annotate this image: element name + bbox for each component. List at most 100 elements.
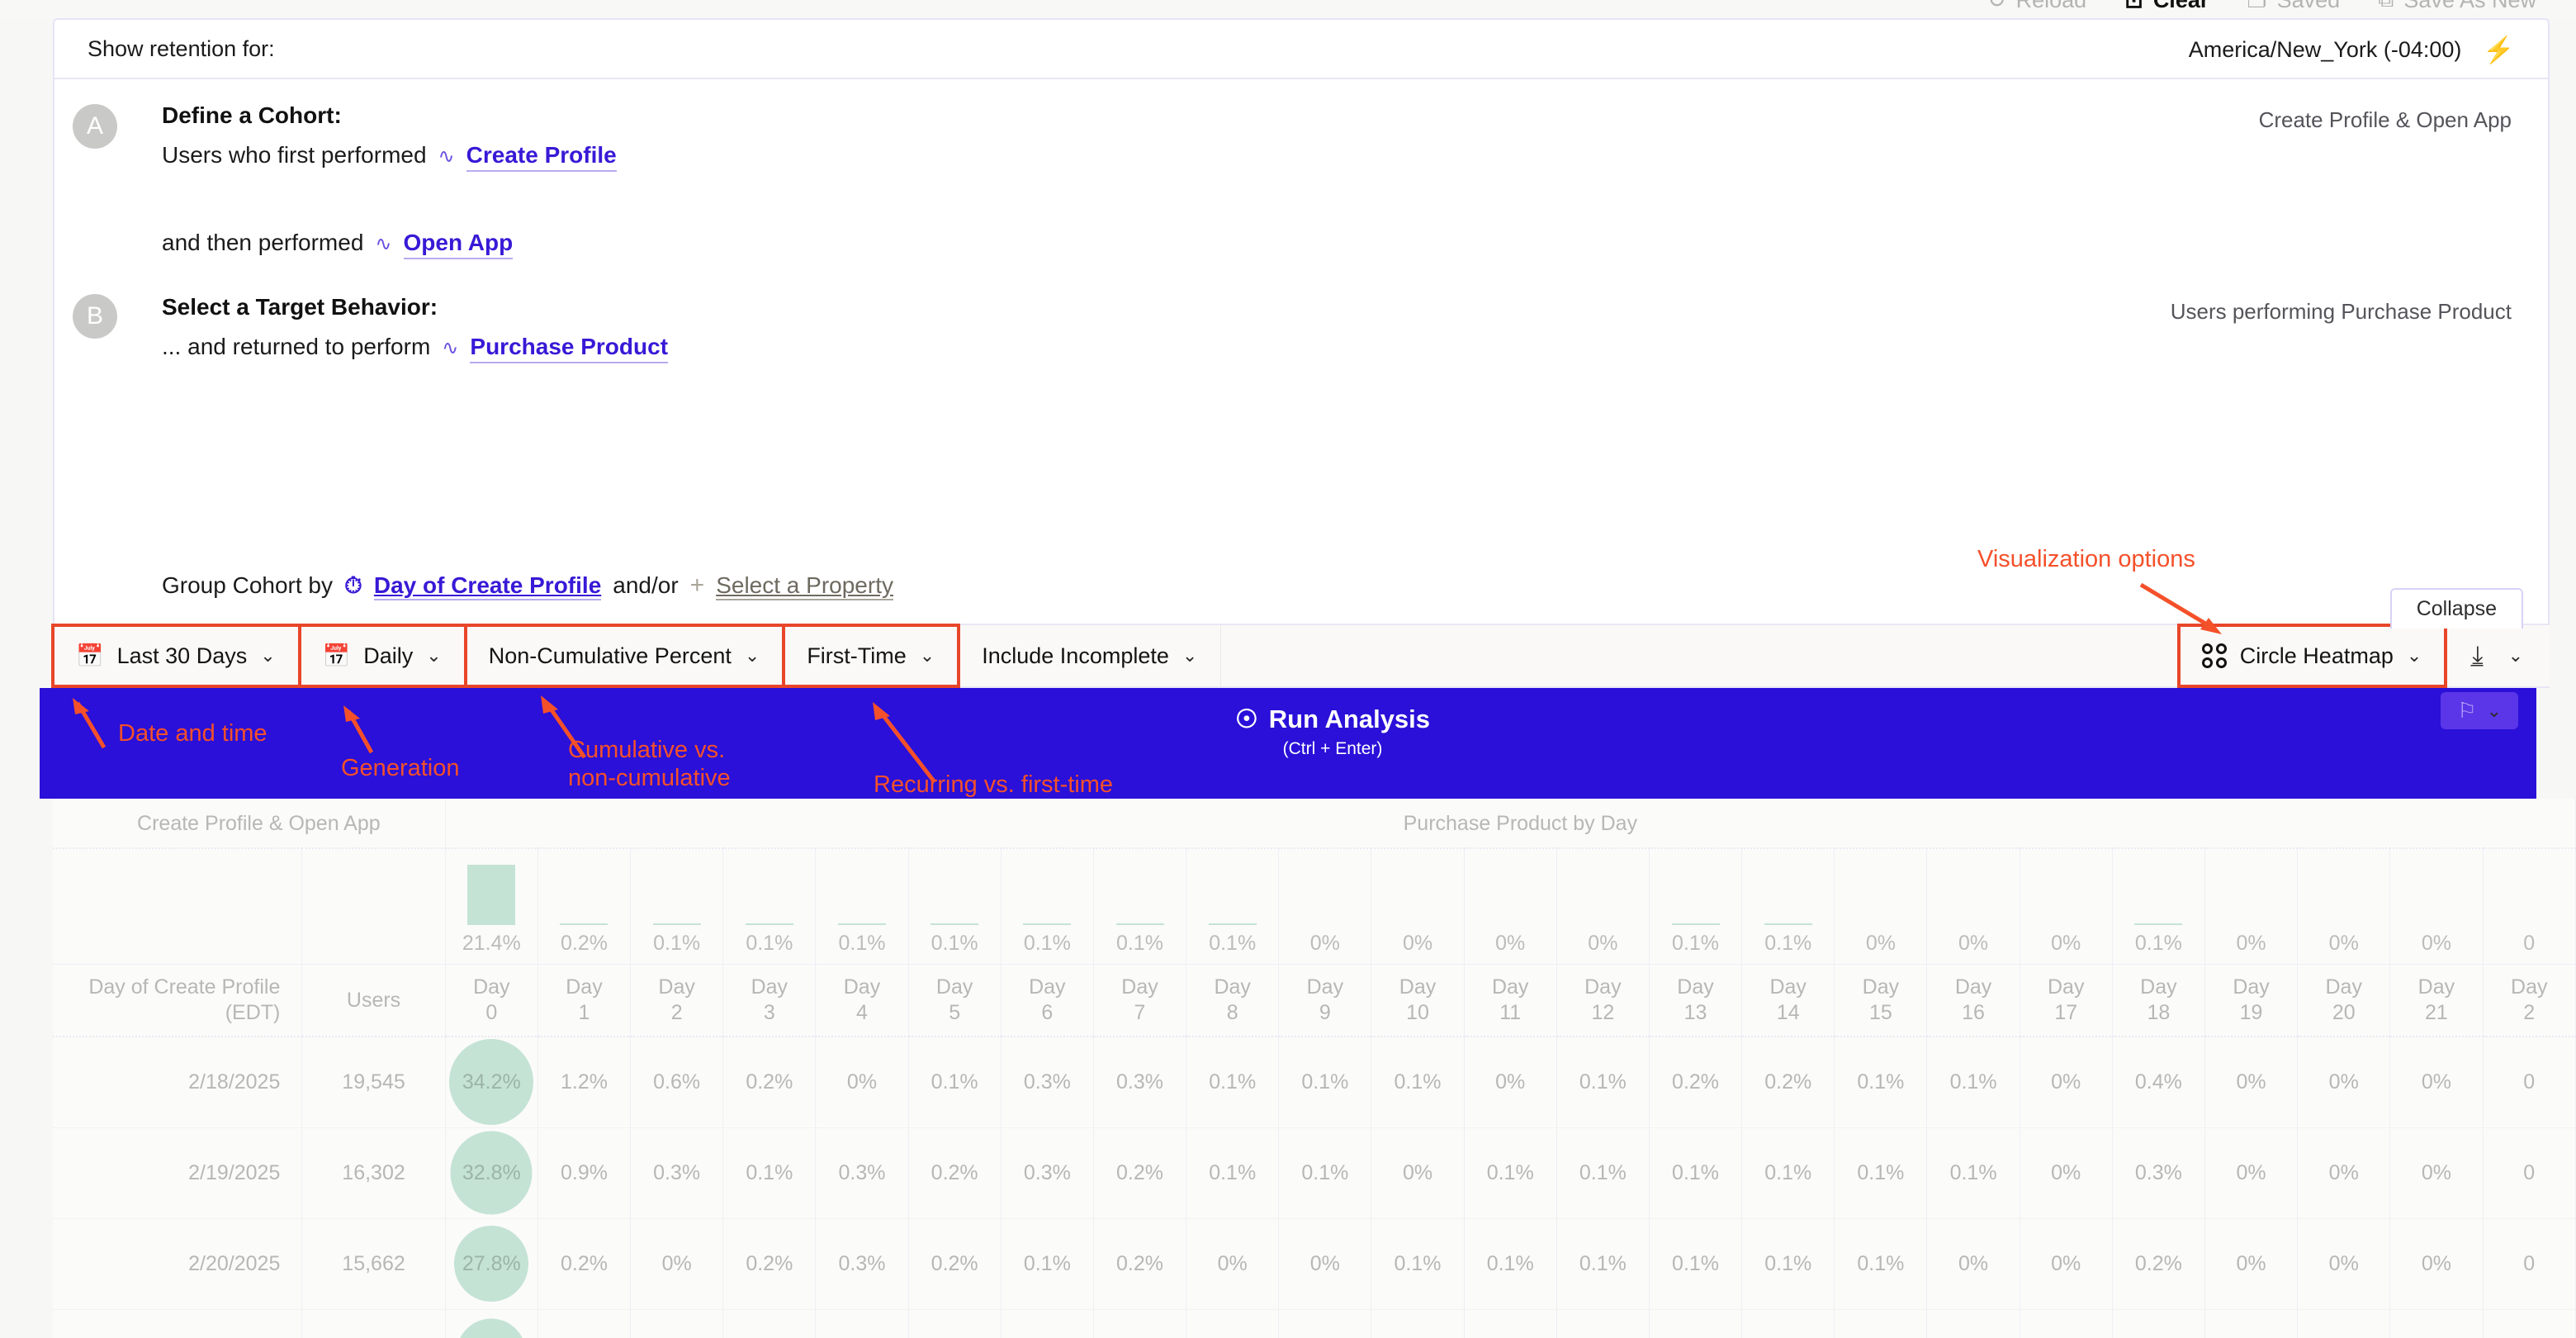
event-create-profile[interactable]: Create Profile bbox=[466, 142, 617, 172]
heatmap-cell[interactable]: 0% bbox=[2020, 1037, 2113, 1128]
completeness-selector[interactable]: Include Incomplete ⌄ bbox=[959, 625, 1222, 686]
heatmap-cell[interactable]: 0% bbox=[815, 1037, 909, 1128]
heatmap-cell[interactable]: 0% bbox=[1926, 1218, 2020, 1310]
table-row[interactable]: 2/19/2025 16,302 32.8% 0.9% 0.3% 0.1% 0.3% 0.2%… bbox=[53, 1127, 2576, 1219]
heatmap-cell[interactable]: 0 bbox=[2483, 1127, 2576, 1219]
heatmap-cell[interactable]: 0.1% bbox=[1649, 1218, 1743, 1310]
heatmap-cell[interactable]: 0.1% bbox=[1001, 1218, 1094, 1310]
heatmap-cell[interactable]: 0 bbox=[2483, 1037, 2576, 1128]
heatmap-cell[interactable] bbox=[2483, 1309, 2576, 1338]
heatmap-cell[interactable] bbox=[1741, 1309, 1835, 1338]
heatmap-cell[interactable]: 0.2% bbox=[537, 1218, 632, 1310]
table-row[interactable]: 2/18/2025 19,545 34.2% 1.2% 0.6% 0.2% 0% 0.1% 0.… bbox=[53, 1037, 2576, 1128]
heatmap-cell[interactable]: 0.1% bbox=[1464, 1127, 1557, 1219]
heatmap-cell[interactable]: 0.3% bbox=[630, 1127, 724, 1219]
heatmap-cell[interactable]: 0.1% bbox=[1834, 1127, 1928, 1219]
heatmap-cell[interactable] bbox=[537, 1309, 632, 1338]
heatmap-cell[interactable] bbox=[630, 1309, 724, 1338]
heatmap-cell[interactable]: 0.1% bbox=[1186, 1037, 1280, 1128]
heatmap-cell[interactable]: 0% bbox=[2297, 1218, 2391, 1310]
heatmap-cell[interactable]: 0.1% bbox=[1464, 1218, 1557, 1310]
heatmap-cell[interactable]: 0% bbox=[2389, 1127, 2484, 1219]
heatmap-cell[interactable] bbox=[2389, 1309, 2484, 1338]
event-open-app[interactable]: Open App bbox=[403, 230, 514, 259]
heatmap-cell[interactable]: 0.1% bbox=[908, 1037, 1002, 1128]
heatmap-cell[interactable]: 0.1% bbox=[722, 1127, 817, 1219]
flag-button[interactable]: ⚐ ⌄ bbox=[2441, 692, 2518, 729]
heatmap-cell[interactable] bbox=[722, 1309, 817, 1338]
heatmap-cell[interactable]: 0.9% bbox=[537, 1127, 632, 1219]
heatmap-cell[interactable]: 0.2% bbox=[908, 1127, 1002, 1219]
heatmap-cell[interactable]: 0.3% bbox=[1001, 1037, 1094, 1128]
heatmap-cell[interactable] bbox=[1834, 1309, 1928, 1338]
heatmap-cell[interactable]: 0% bbox=[1278, 1218, 1372, 1310]
chevron-down-icon[interactable]: ⌄ bbox=[2508, 645, 2523, 667]
table-row[interactable] bbox=[53, 1309, 2576, 1338]
granularity-selector[interactable]: 📅 Daily ⌄ bbox=[297, 624, 467, 688]
topbar-item-reload[interactable]: ↻ Reload bbox=[1987, 0, 2086, 13]
heatmap-cell[interactable]: 0.6% bbox=[630, 1037, 724, 1128]
heatmap-cell[interactable] bbox=[1464, 1309, 1557, 1338]
heatmap-cell[interactable]: 0.1% bbox=[1649, 1127, 1743, 1219]
heatmap-cell[interactable]: 0% bbox=[1371, 1127, 1465, 1219]
download-icon[interactable]: ⤓̲ bbox=[2472, 642, 2483, 670]
heatmap-cell[interactable]: 0% bbox=[2204, 1037, 2299, 1128]
heatmap-cell[interactable]: 0.1% bbox=[1371, 1037, 1465, 1128]
heatmap-cell[interactable]: 0% bbox=[2389, 1218, 2484, 1310]
heatmap-cell[interactable]: 0.2% bbox=[908, 1218, 1002, 1310]
heatmap-cell[interactable] bbox=[1926, 1309, 2020, 1338]
heatmap-cell[interactable]: 0% bbox=[630, 1218, 724, 1310]
heatmap-cell[interactable]: 0.2% bbox=[1649, 1037, 1743, 1128]
select-a-property-link[interactable]: Select a Property bbox=[716, 572, 893, 600]
heatmap-cell[interactable]: 0.4% bbox=[2112, 1037, 2205, 1128]
heatmap-cell[interactable]: 0.2% bbox=[1093, 1127, 1187, 1219]
heatmap-cell[interactable]: 0% bbox=[2204, 1127, 2299, 1219]
heatmap-cell[interactable]: 0.1% bbox=[1556, 1218, 1650, 1310]
heatmap-cell[interactable]: 0.1% bbox=[1926, 1037, 2020, 1128]
occurrence-selector[interactable]: First-Time ⌄ bbox=[782, 624, 961, 688]
heatmap-cell[interactable]: 0.1% bbox=[1186, 1127, 1280, 1219]
measure-selector[interactable]: Non-Cumulative Percent ⌄ bbox=[463, 624, 786, 688]
heatmap-cell[interactable]: 0.1% bbox=[1741, 1218, 1835, 1310]
heatmap-cell[interactable]: 0.3% bbox=[1093, 1037, 1187, 1128]
heatmap-cell[interactable]: 0.1% bbox=[1834, 1218, 1928, 1310]
group-by-day-of-create-profile[interactable]: Day of Create Profile bbox=[373, 572, 602, 600]
heatmap-cell[interactable]: 0.1% bbox=[1834, 1037, 1928, 1128]
heatmap-cell[interactable] bbox=[2020, 1309, 2113, 1338]
heatmap-cell[interactable] bbox=[1093, 1309, 1187, 1338]
heatmap-cell[interactable] bbox=[815, 1309, 909, 1338]
heatmap-cell[interactable]: 0.3% bbox=[1001, 1127, 1094, 1219]
heatmap-cell[interactable]: 0.1% bbox=[1278, 1127, 1372, 1219]
heatmap-cell[interactable]: 0.3% bbox=[2112, 1127, 2205, 1219]
heatmap-cell[interactable]: 0% bbox=[2297, 1127, 2391, 1219]
heatmap-cell[interactable] bbox=[1278, 1309, 1372, 1338]
heatmap-cell[interactable] bbox=[2204, 1309, 2299, 1338]
heatmap-cell[interactable]: 0.1% bbox=[1556, 1127, 1650, 1219]
bolt-icon[interactable]: ⚡ bbox=[2483, 37, 2515, 63]
heatmap-cell[interactable]: 0.1% bbox=[1741, 1127, 1835, 1219]
timezone-selector[interactable]: America/New_York (-04:00) bbox=[2189, 37, 2462, 63]
heatmap-cell[interactable]: 0.2% bbox=[722, 1218, 817, 1310]
heatmap-cell[interactable]: 0% bbox=[1464, 1037, 1557, 1128]
heatmap-cell[interactable]: 34.2% bbox=[445, 1037, 538, 1128]
date-range-selector[interactable]: 📅 Last 30 Days ⌄ bbox=[51, 624, 301, 688]
heatmap-cell[interactable]: 27.8% bbox=[445, 1218, 538, 1310]
topbar-item-save-as-new[interactable]: ⧉ Save As New bbox=[2378, 0, 2536, 13]
heatmap-cell[interactable]: 1.2% bbox=[537, 1037, 632, 1128]
heatmap-cell[interactable]: 0.1% bbox=[1278, 1037, 1372, 1128]
heatmap-cell[interactable]: 0% bbox=[1186, 1218, 1280, 1310]
collapse-button[interactable]: Collapse bbox=[2389, 588, 2523, 629]
topbar-item-saved[interactable]: ❐ Saved bbox=[2247, 0, 2340, 13]
heatmap-cell[interactable]: 0% bbox=[2020, 1127, 2113, 1219]
heatmap-cell[interactable] bbox=[1371, 1309, 1465, 1338]
heatmap-cell[interactable]: 0.1% bbox=[1371, 1218, 1465, 1310]
heatmap-cell[interactable] bbox=[908, 1309, 1002, 1338]
heatmap-cell[interactable]: 0% bbox=[2204, 1218, 2299, 1310]
heatmap-cell[interactable] bbox=[1001, 1309, 1094, 1338]
heatmap-cell[interactable]: 0.2% bbox=[2112, 1218, 2205, 1310]
heatmap-cell[interactable]: 0.1% bbox=[1926, 1127, 2020, 1219]
heatmap-cell[interactable]: 0.1% bbox=[1556, 1037, 1650, 1128]
heatmap-cell[interactable]: 0.3% bbox=[815, 1127, 909, 1219]
heatmap-cell[interactable]: 0.3% bbox=[815, 1218, 909, 1310]
heatmap-cell[interactable] bbox=[1186, 1309, 1280, 1338]
